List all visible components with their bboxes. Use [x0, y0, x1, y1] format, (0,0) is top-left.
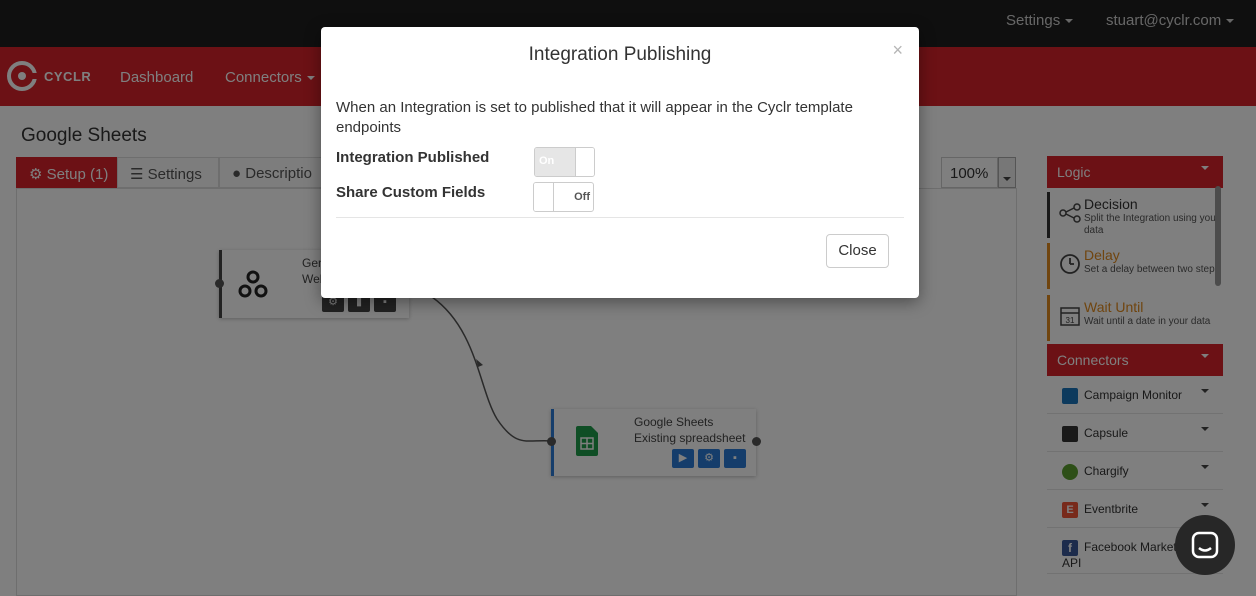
- share-custom-fields-label: Share Custom Fields: [336, 184, 486, 201]
- toggle-on-text: On: [535, 148, 575, 176]
- integration-publishing-modal: Integration Publishing × When an Integra…: [321, 27, 919, 298]
- modal-description: When an Integration is set to published …: [336, 99, 853, 136]
- integration-published-toggle[interactable]: On: [534, 147, 595, 177]
- toggle-knob: [575, 148, 594, 176]
- modal-footer-divider: [336, 217, 904, 218]
- share-custom-fields-toggle[interactable]: Off: [533, 182, 594, 212]
- chat-launcher-button[interactable]: [1175, 515, 1235, 575]
- toggle-off-text: Off: [574, 191, 590, 203]
- close-icon[interactable]: ×: [892, 40, 903, 61]
- close-button[interactable]: Close: [826, 234, 889, 268]
- modal-title: Integration Publishing: [528, 44, 712, 65]
- toggle-knob: [534, 183, 554, 211]
- chat-icon: [1191, 531, 1219, 559]
- integration-published-label: Integration Published: [336, 149, 490, 166]
